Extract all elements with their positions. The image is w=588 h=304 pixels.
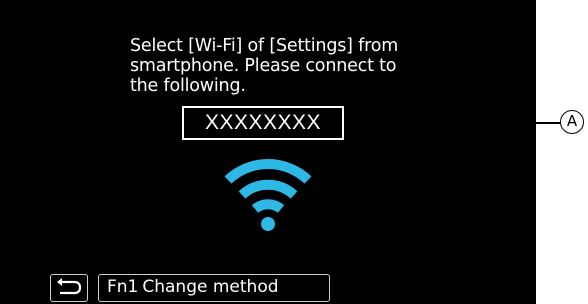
instruction-line: smartphone. Please connect to	[130, 56, 397, 76]
wifi-arc-outer	[224, 159, 312, 184]
return-icon	[57, 278, 82, 295]
instruction-line: Select [Wi-Fi] of [Settings] from	[130, 36, 399, 56]
page: Select [Wi-Fi] of [Settings] from smartp…	[0, 0, 588, 304]
wifi-dot	[261, 217, 275, 231]
camera-screen: Select [Wi-Fi] of [Settings] from smartp…	[0, 0, 536, 304]
wifi-arc-inner	[251, 199, 285, 214]
change-method-label: Change method	[142, 277, 279, 297]
callout-marker: A	[560, 110, 584, 134]
instruction-line: the following.	[130, 76, 246, 96]
wifi-icon	[224, 159, 312, 231]
ssid-display: XXXXXXXX	[182, 106, 344, 140]
fn1-key-label: Fn1	[107, 277, 139, 297]
wifi-arc-middle	[238, 179, 298, 199]
instruction-text: Select [Wi-Fi] of [Settings] from smartp…	[130, 36, 460, 96]
callout-line	[344, 122, 562, 124]
back-button[interactable]	[50, 274, 88, 302]
change-method-button[interactable]: Fn1 Change method	[98, 274, 330, 302]
